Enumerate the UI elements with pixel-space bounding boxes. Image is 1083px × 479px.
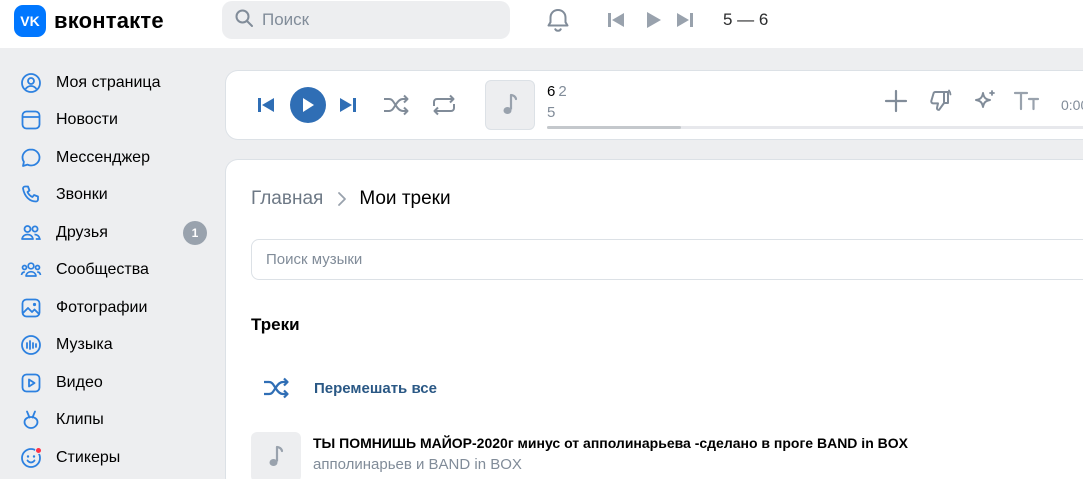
player-title: 6 [547,83,556,100]
header-now-playing[interactable]: 5 — 6 [723,10,768,30]
chevron-right-icon [337,191,347,207]
shuffle-icon [264,377,289,399]
play-icon [303,98,314,112]
breadcrumb: Главная Мои треки [251,188,451,210]
dislike-button[interactable] [928,88,954,114]
friends-icon [20,222,42,244]
track-cover[interactable] [485,80,535,130]
sidebar-item-stickers[interactable]: Стикеры [0,439,226,477]
player-track-title[interactable]: 62 [547,83,567,100]
progress-fill [547,126,682,129]
track-artist[interactable]: апполинарьев и BAND in BOX [313,456,908,473]
music-note-icon [269,445,284,466]
sidebar-item-clips[interactable]: Клипы [0,402,226,440]
player-subtitle: 5 [547,104,556,121]
shuffle-icon [384,94,409,116]
prev-track-button[interactable] [257,95,275,115]
sidebar-item-label: Фотографии [56,298,148,316]
communities-icon [20,259,42,281]
sidebar-item-news[interactable]: Новости [0,102,226,140]
track-time: 0:00 [1061,97,1083,113]
audio-player: 62 5 0:00 [226,71,1083,139]
sidebar-item-calls[interactable]: Звонки [0,177,226,215]
text-size-icon [1013,91,1040,111]
shuffle-button[interactable] [382,93,410,117]
search-icon [234,8,254,33]
header-play-icon[interactable] [644,9,664,36]
sidebar-item-label: Музыка [56,336,113,354]
breadcrumb-home[interactable]: Главная [251,188,323,210]
sidebar-item-video[interactable]: Видео [0,364,226,402]
left-sidebar: Моя страница Новости Мессенджер Звонки Д… [0,64,226,477]
progress-bar[interactable] [547,126,1083,129]
thumb-down-icon [930,89,952,111]
header-prev-icon[interactable] [606,9,626,36]
lyrics-button[interactable] [1013,90,1041,112]
clips-icon [20,409,42,431]
video-icon [20,372,42,394]
next-track-button[interactable] [339,95,357,115]
phone-icon [20,184,42,206]
photo-icon [20,297,42,319]
sparkle-icon [975,90,995,108]
music-search-input[interactable] [266,251,866,268]
sidebar-item-label: Стикеры [56,448,121,466]
recommendations-button[interactable] [971,88,999,116]
music-icon [20,334,42,356]
music-page: Главная Мои треки Треки Перемешать все Т… [226,160,1083,479]
music-search-field[interactable] [251,239,1083,280]
sidebar-item-music[interactable]: Музыка [0,327,226,365]
shuffle-all-label: Перемешать все [314,379,437,397]
sidebar-item-label: Моя страница [56,73,161,91]
plus-icon [884,89,908,113]
search-input[interactable] [262,10,482,30]
section-title: Треки [251,315,300,334]
breadcrumb-current: Мои треки [359,188,451,209]
top-header: VK вконтакте 5 — 6 [0,0,1083,48]
track-row-cover[interactable] [251,432,301,479]
sidebar-item-communities[interactable]: Сообщества [0,252,226,290]
global-search[interactable] [222,1,510,39]
track-row[interactable]: ТЫ ПОМНИШЬ МАЙОР-2020г минус от апполина… [251,432,908,479]
add-track-button[interactable] [883,88,909,114]
stickers-icon [20,446,42,469]
sidebar-item-friends[interactable]: Друзья 1 [0,214,226,252]
friends-count-badge: 1 [183,220,207,245]
sidebar-item-label: Новости [56,111,118,129]
sidebar-item-messenger[interactable]: Мессенджер [0,139,226,177]
sidebar-item-label: Клипы [56,411,104,429]
player-title-artist: 2 [558,83,567,100]
logo-text: вконтакте [54,8,164,33]
sidebar-item-label: Друзья [56,223,108,241]
track-title[interactable]: ТЫ ПОМНИШЬ МАЙОР-2020г минус от апполина… [313,435,908,451]
play-button[interactable] [290,87,326,123]
shuffle-all-button[interactable]: Перемешать все [262,376,437,400]
sidebar-item-label: Звонки [56,186,108,204]
header-next-icon[interactable] [675,9,695,36]
track-info: ТЫ ПОМНИШЬ МАЙОР-2020г минус от апполина… [313,435,908,479]
user-circle-icon [20,72,42,94]
message-icon [20,147,42,169]
sidebar-item-my-page[interactable]: Моя страница [0,64,226,102]
sidebar-item-label: Видео [56,373,103,391]
music-note-icon [503,93,518,114]
repeat-icon [433,94,455,116]
sidebar-item-label: Сообщества [56,261,149,279]
vk-logo-icon: VK [14,5,46,37]
vk-logo[interactable]: VK вконтакте [14,5,164,37]
notifications-bell-icon[interactable] [544,6,572,39]
sidebar-item-label: Мессенджер [56,148,150,166]
sidebar-item-photos[interactable]: Фотографии [0,289,226,327]
repeat-button[interactable] [430,93,458,117]
news-icon [20,109,42,131]
